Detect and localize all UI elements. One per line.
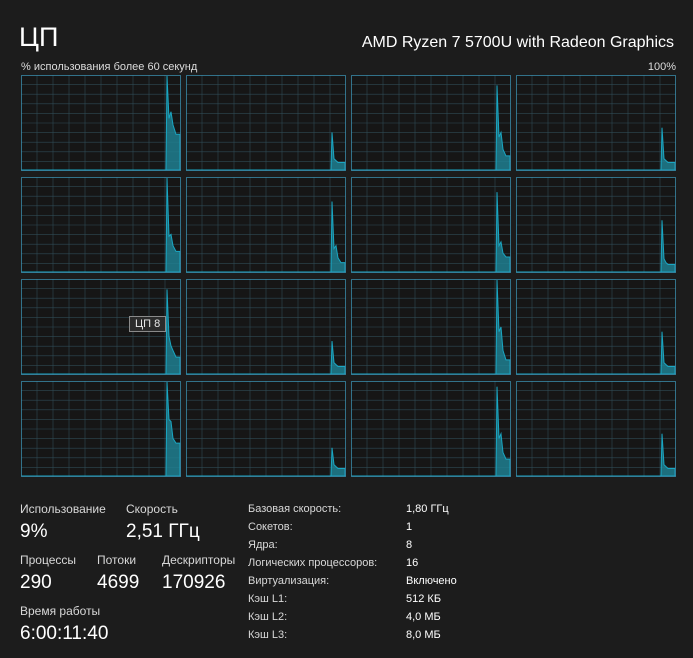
cpu-core-graph[interactable] [186, 177, 346, 273]
graph-caption: % использования более 60 секунд [21, 61, 198, 73]
logical-processors-label: Логических процессоров: [248, 557, 378, 569]
cpu-core-graph[interactable] [351, 279, 511, 375]
cache-l3-value: 8,0 МБ [406, 629, 441, 641]
cpu-core-graph[interactable] [351, 75, 511, 171]
cache-l2-label: Кэш L2: [248, 611, 288, 623]
cache-l3-label: Кэш L3: [248, 629, 288, 641]
cpu-core-graph[interactable] [516, 75, 676, 171]
usage-label: Использование [20, 502, 106, 516]
virtualization-label: Виртуализация: [248, 575, 330, 587]
sockets-label: Сокетов: [248, 521, 293, 533]
graph-tooltip: ЦП 8 [129, 316, 167, 332]
cpu-core-graph[interactable] [186, 279, 346, 375]
graph-max-label: 100% [647, 61, 676, 73]
handles-value: 170926 [162, 572, 226, 593]
cores-value: 8 [406, 539, 413, 551]
base-speed-value: 1,80 ГГц [406, 503, 449, 515]
cpu-core-graph[interactable] [21, 381, 181, 477]
sockets-value: 1 [406, 521, 413, 533]
uptime-value: 6:00:11:40 [20, 623, 109, 644]
cpu-core-graph[interactable] [186, 381, 346, 477]
speed-label: Скорость [126, 502, 178, 516]
cpu-graphs-grid[interactable] [21, 75, 680, 478]
cpu-core-graph[interactable] [21, 75, 181, 171]
cpu-core-graph[interactable] [516, 381, 676, 477]
logical-processors-value: 16 [406, 557, 419, 569]
cache-l1-value: 512 КБ [406, 593, 442, 605]
page-title: ЦП [19, 22, 59, 52]
threads-label: Потоки [97, 553, 137, 567]
cpu-core-graph[interactable] [21, 177, 181, 273]
handles-label: Дескрипторы [162, 553, 236, 567]
cpu-core-graph[interactable] [186, 75, 346, 171]
cpu-core-graph[interactable] [516, 177, 676, 273]
usage-value: 9% [20, 521, 48, 542]
cpu-core-graph[interactable] [351, 381, 511, 477]
cpu-core-graph[interactable] [516, 279, 676, 375]
cpu-model-name: AMD Ryzen 7 5700U with Radeon Graphics [361, 34, 674, 51]
speed-value: 2,51 ГГц [126, 521, 200, 542]
cache-l1-label: Кэш L1: [248, 593, 288, 605]
uptime-label: Время работы [20, 604, 101, 618]
processes-value: 290 [20, 572, 52, 593]
cache-l2-value: 4,0 МБ [406, 611, 441, 623]
base-speed-label: Базовая скорость: [248, 503, 342, 515]
threads-value: 4699 [97, 572, 140, 593]
cpu-core-graph[interactable] [351, 177, 511, 273]
virtualization-value: Включено [406, 575, 457, 587]
cores-label: Ядра: [248, 539, 278, 551]
processes-label: Процессы [20, 553, 77, 567]
